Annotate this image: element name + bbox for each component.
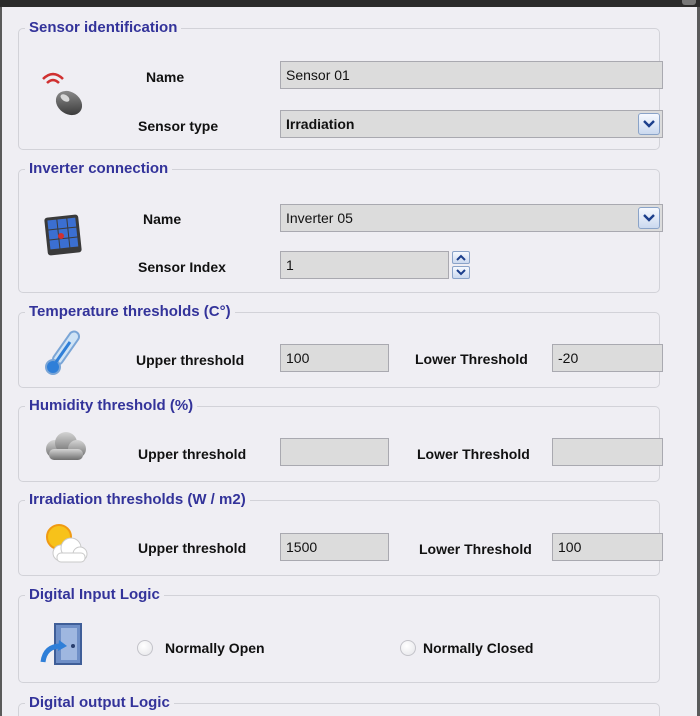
temperature-lower-label: Lower Threshold <box>415 351 528 367</box>
sensor-index-label: Sensor Index <box>138 259 226 275</box>
sensor-index-spinner <box>452 251 470 279</box>
sun-cloud-icon <box>46 524 88 563</box>
window-titlebar <box>0 0 700 7</box>
irradiation-thresholds-group: Irradiation thresholds (W / m2) Upper th… <box>18 490 663 576</box>
inverter-connection-group: Inverter connection Name Inverter 05 Sen… <box>18 159 663 293</box>
irradiation-upper-label: Upper threshold <box>138 540 247 556</box>
sensor-type-select[interactable]: Irradiation <box>280 110 663 138</box>
temperature-thresholds-group: Temperature thresholds (C°) Upper thresh… <box>18 302 663 388</box>
temperature-thresholds-legend: Temperature thresholds (C°) <box>25 302 235 322</box>
normally-closed-label[interactable]: Normally Closed <box>423 639 533 657</box>
digital-output-logic-group: Digital output Logic <box>18 693 660 716</box>
humidity-lower-label: Lower Threshold <box>417 446 530 462</box>
window-close-button[interactable] <box>682 0 696 5</box>
normally-open-label[interactable]: Normally Open <box>165 639 265 657</box>
humidity-threshold-group: Humidity threshold (%) Upper threshold L… <box>18 396 663 482</box>
chevron-down-icon <box>643 120 655 128</box>
solar-panel-icon <box>44 214 82 256</box>
temperature-lower-field[interactable]: -20 <box>552 344 663 372</box>
sensor-type-dropdown-button[interactable] <box>638 113 660 135</box>
chevron-down-icon <box>456 269 466 276</box>
spinner-up-button[interactable] <box>452 251 470 264</box>
normally-closed-radio[interactable] <box>400 640 416 656</box>
remote-sensor-icon <box>42 72 83 116</box>
chevron-up-icon <box>456 254 466 261</box>
inverter-name-value: Inverter 05 <box>286 210 353 226</box>
sensor-type-value: Irradiation <box>286 116 355 132</box>
humidity-lower-field[interactable] <box>552 438 663 466</box>
thermometer-icon <box>45 330 81 375</box>
temperature-upper-label: Upper threshold <box>136 352 245 368</box>
sensor-name-field[interactable]: Sensor 01 <box>280 61 663 89</box>
irradiation-upper-field[interactable]: 1500 <box>280 533 389 561</box>
sensor-identification-group: Sensor identification Name Sensor 01 Sen… <box>18 18 663 150</box>
irradiation-lower-field[interactable]: 100 <box>552 533 663 561</box>
temperature-upper-field[interactable]: 100 <box>280 344 389 372</box>
spinner-down-button[interactable] <box>452 266 470 279</box>
inverter-name-select[interactable]: Inverter 05 <box>280 204 663 232</box>
sensor-index-field[interactable]: 1 <box>280 251 449 279</box>
humidity-threshold-legend: Humidity threshold (%) <box>25 396 198 416</box>
irradiation-lower-label: Lower Threshold <box>419 541 532 557</box>
cloud-icon <box>46 432 86 460</box>
inverter-name-dropdown-button[interactable] <box>638 207 660 229</box>
normally-open-radio[interactable] <box>137 640 153 656</box>
humidity-upper-label: Upper threshold <box>138 446 247 462</box>
humidity-upper-field[interactable] <box>280 438 389 466</box>
chevron-down-icon <box>643 214 655 222</box>
sensor-config-panel: Sensor identification Name Sensor 01 Sen… <box>2 7 697 716</box>
inverter-name-label: Name <box>143 211 182 227</box>
irradiation-thresholds-legend: Irradiation thresholds (W / m2) <box>25 490 250 510</box>
digital-input-logic-group: Digital Input Logic Normally Open Normal… <box>18 585 660 683</box>
digital-input-logic-legend: Digital Input Logic <box>25 585 164 605</box>
sensor-type-label: Sensor type <box>138 118 219 134</box>
digital-output-logic-legend: Digital output Logic <box>25 693 174 713</box>
sensor-name-label: Name <box>146 69 185 85</box>
sensor-identification-legend: Sensor identification <box>25 18 182 38</box>
inverter-connection-legend: Inverter connection <box>25 159 173 179</box>
door-exit-icon <box>40 623 82 665</box>
